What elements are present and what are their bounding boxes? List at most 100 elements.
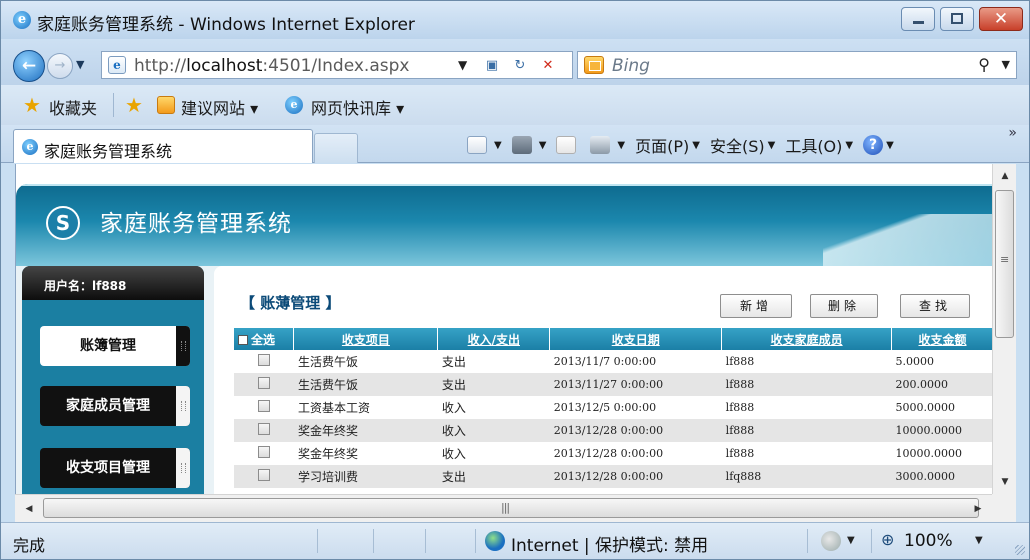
row-checkbox[interactable]: [257, 446, 270, 458]
home-button[interactable]: ▼: [467, 136, 502, 154]
cell-amount: 5.0000: [895, 355, 935, 368]
cell-type: 支出: [441, 355, 466, 369]
address-dropdown-icon[interactable]: ▼: [458, 58, 467, 72]
search-bar[interactable]: Bing ⚲ ▼: [577, 51, 1017, 79]
cell-item: 奖金年终奖: [293, 419, 438, 442]
column-header-date[interactable]: 收支日期: [549, 328, 723, 350]
search-input[interactable]: Bing: [612, 56, 650, 76]
row-checkbox[interactable]: [257, 400, 270, 412]
status-bar: 完成 Internet | 保护模式: 禁用 ▼ ⊕ 100% ▼: [1, 522, 1029, 559]
safety-menu[interactable]: 安全(S) ▼: [710, 133, 775, 157]
scroll-left-icon[interactable]: ◀: [19, 499, 39, 519]
cell-type: 收入: [437, 419, 550, 442]
help-icon: ?: [863, 135, 884, 155]
select-all-checkbox[interactable]: [238, 334, 248, 345]
zoom-level[interactable]: 100%: [904, 531, 953, 551]
column-header-amount[interactable]: 收支金额: [891, 328, 992, 350]
tab-home[interactable]: e 家庭账务管理系统: [13, 129, 313, 163]
page-viewport: S 家庭账务管理系统 家庭账务管理系统 用户名：lf888 账簿管理 家庭成员管…: [15, 164, 992, 494]
print-button[interactable]: ▼: [590, 136, 625, 154]
search-button[interactable]: 查找: [900, 294, 970, 318]
sidebar-item-label: 家庭成员管理: [66, 398, 150, 414]
column-header-item[interactable]: 收支项目: [293, 328, 439, 350]
help-menu[interactable]: ? ▼: [863, 135, 894, 155]
row-checkbox[interactable]: [257, 423, 270, 435]
forward-button[interactable]: →: [47, 53, 73, 79]
sidebar-item-family-members[interactable]: 家庭成员管理: [40, 386, 190, 426]
column-header-member[interactable]: 收支家庭成员: [721, 328, 893, 350]
scroll-down-icon[interactable]: ▼: [993, 472, 1017, 492]
page-menu[interactable]: 页面(P) ▼: [635, 133, 700, 157]
address-input[interactable]: http://localhost:4501/Index.aspx: [134, 56, 409, 76]
browser-window: e 家庭账务管理系统 - Windows Internet Explorer ✕…: [0, 0, 1030, 560]
suggested-sites-link[interactable]: 建议网站 ▾: [181, 95, 258, 119]
security-zone-label[interactable]: Internet | 保护模式: 禁用: [511, 531, 708, 556]
delete-button[interactable]: 删除: [810, 294, 878, 318]
zoom-icon[interactable]: ⊕: [881, 530, 894, 549]
table-row: 奖金年终奖 收入 2013/12/28 0:00:00 lf888 10000.…: [234, 442, 992, 465]
resize-grip-icon[interactable]: [1015, 545, 1025, 555]
cell-item: 学习培训费: [293, 465, 438, 488]
favorites-star-icon: ★: [23, 93, 41, 117]
cell-item: 工资基本工资: [297, 401, 370, 415]
row-checkbox[interactable]: [257, 469, 270, 481]
tab-favicon-icon: e: [22, 139, 38, 155]
cell-item: 奖金年终奖: [297, 447, 358, 461]
scroll-corner: [992, 494, 1016, 522]
back-button[interactable]: ←: [13, 50, 45, 82]
search-options-icon[interactable]: ▼: [1002, 58, 1010, 71]
compat-view-icon[interactable]: ▣: [482, 56, 502, 76]
scroll-right-icon[interactable]: ▶: [968, 499, 988, 519]
toolbar-overflow-chevron[interactable]: »: [1008, 125, 1017, 141]
app-title-reflection: 家庭账务管理系统: [100, 215, 292, 231]
feeds-button[interactable]: ▼: [511, 136, 546, 154]
vertical-scroll-thumb[interactable]: [995, 190, 1014, 338]
change-status-icon[interactable]: [821, 531, 841, 551]
favorites-bar: ★ 收藏夹 ★ 建议网站 ▾ e 网页快讯库 ▾: [1, 85, 1029, 125]
cell-amount: 200.0000: [891, 373, 992, 396]
select-all-header[interactable]: 全选: [234, 328, 295, 350]
maximize-button[interactable]: [940, 7, 974, 31]
new-tab-button[interactable]: [314, 133, 358, 163]
cell-amount: 5000.0000: [895, 401, 956, 414]
vertical-scrollbar[interactable]: ▲ ▼: [992, 164, 1016, 494]
refresh-icon[interactable]: ↻: [510, 56, 530, 76]
status-divider: [317, 529, 318, 553]
print-icon: [590, 136, 611, 154]
change-status-dropdown-icon[interactable]: ▼: [847, 535, 855, 546]
mail-button[interactable]: [556, 136, 580, 154]
cell-member: lf888: [725, 355, 755, 368]
horizontal-scroll-thumb[interactable]: [43, 498, 979, 518]
row-checkbox[interactable]: [257, 354, 270, 366]
add-favorite-icon[interactable]: ★: [125, 95, 145, 115]
history-dropdown-icon[interactable]: ▼: [76, 58, 84, 71]
rss-icon: [511, 136, 532, 154]
table-row: 生活费午饭 支出 2013/11/27 0:00:00 lf888 200.00…: [234, 373, 992, 396]
page-top-margin: [16, 164, 992, 184]
zoom-dropdown-icon[interactable]: ▼: [975, 535, 983, 546]
table-row: 工资基本工资 收入 2013/12/5 0:00:00 lf888 5000.0…: [234, 396, 992, 419]
stop-icon[interactable]: ✕: [538, 56, 558, 76]
close-button[interactable]: ✕: [979, 7, 1023, 31]
status-text: 完成: [13, 536, 46, 555]
cell-member: lfq888: [721, 465, 892, 488]
sidebar-item-categories[interactable]: 收支项目管理: [40, 448, 190, 488]
column-header-type[interactable]: 收入/支出: [437, 328, 551, 350]
app-logo-icon: S: [46, 206, 80, 240]
horizontal-scrollbar[interactable]: ◀ ▶: [15, 494, 992, 522]
tools-menu[interactable]: 工具(O) ▼: [785, 133, 853, 157]
web-slice-gallery-link[interactable]: 网页快讯库 ▾: [311, 95, 404, 119]
scroll-up-icon[interactable]: ▲: [993, 166, 1017, 186]
sidebar-item-handle: [176, 326, 190, 366]
row-checkbox[interactable]: [257, 377, 270, 389]
address-bar[interactable]: e http://localhost:4501/Index.aspx ▼ ▣ ↻…: [101, 51, 573, 79]
search-icon[interactable]: ⚲: [978, 55, 990, 74]
minimize-button[interactable]: [901, 7, 935, 31]
cell-amount: 3000.0000: [891, 465, 992, 488]
minimize-icon: [913, 21, 924, 24]
add-button[interactable]: 新增: [720, 294, 792, 318]
username-label: 用户名：lf888: [44, 279, 127, 293]
cell-date: 2013/12/28 0:00:00: [553, 447, 664, 460]
sidebar-item-ledger[interactable]: 账簿管理: [40, 326, 190, 366]
favorites-button[interactable]: 收藏夹: [49, 95, 97, 119]
